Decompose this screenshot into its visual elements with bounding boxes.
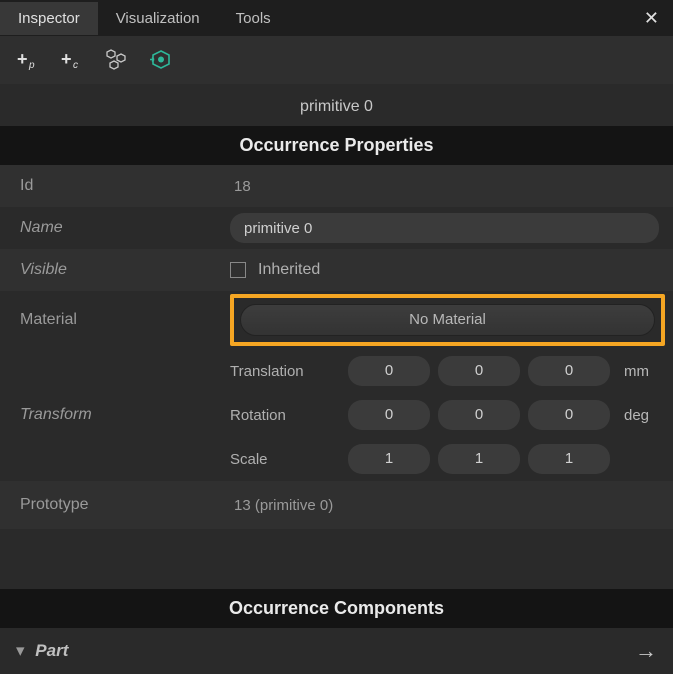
label-translation: Translation xyxy=(230,363,340,380)
label-prototype: Prototype xyxy=(0,496,230,514)
label-rotation: Rotation xyxy=(230,407,340,424)
tab-visualization[interactable]: Visualization xyxy=(98,2,218,35)
translation-x[interactable]: 0 xyxy=(348,356,430,386)
translation-y[interactable]: 0 xyxy=(438,356,520,386)
rotation-y[interactable]: 0 xyxy=(438,400,520,430)
label-name: Name xyxy=(0,219,230,237)
arrow-right-icon[interactable]: → xyxy=(635,638,657,664)
visible-checkbox[interactable] xyxy=(230,262,246,278)
transform-translation-row: Translation 0 0 0 mm xyxy=(230,349,665,393)
scale-y[interactable]: 1 xyxy=(438,444,520,474)
svg-text:p: p xyxy=(28,60,35,70)
rotation-z[interactable]: 0 xyxy=(528,400,610,430)
svg-text:+: + xyxy=(61,50,72,69)
hexagon-arrow-icon[interactable] xyxy=(148,47,174,73)
tab-tools[interactable]: Tools xyxy=(218,2,289,35)
row-prototype: Prototype 13 (primitive 0) xyxy=(0,481,673,529)
svg-text:c: c xyxy=(73,60,78,70)
label-material: Material xyxy=(0,311,230,329)
scale-x[interactable]: 1 xyxy=(348,444,430,474)
rotation-unit: deg xyxy=(618,407,664,424)
row-id: Id 18 xyxy=(0,165,673,207)
properties-table: Id 18 Name Visible Inherited Material No… xyxy=(0,165,673,529)
translation-z[interactable]: 0 xyxy=(528,356,610,386)
caret-down-icon[interactable]: ▾ xyxy=(16,641,25,661)
value-id: 18 xyxy=(230,178,251,195)
row-visible: Visible Inherited xyxy=(0,249,673,291)
transform-rotation-row: Rotation 0 0 0 deg xyxy=(230,393,665,437)
name-input[interactable] xyxy=(230,213,659,243)
material-button[interactable]: No Material xyxy=(240,304,655,336)
tab-inspector[interactable]: Inspector xyxy=(0,2,98,35)
value-prototype: 13 (primitive 0) xyxy=(230,497,333,514)
label-visible: Visible xyxy=(0,261,230,279)
translation-unit: mm xyxy=(618,363,664,380)
section-occurrence-components: Occurrence Components xyxy=(0,589,673,628)
row-transform: Transform Translation 0 0 0 mm Rotation … xyxy=(0,349,673,481)
add-child-icon[interactable]: +c xyxy=(60,47,86,73)
object-name: primitive 0 xyxy=(0,84,673,126)
tab-bar: Inspector Visualization Tools ✕ xyxy=(0,0,673,36)
toolbar: +p +c xyxy=(0,36,673,84)
hexagon-cluster-icon[interactable] xyxy=(104,47,130,73)
part-row[interactable]: ▾ Part → xyxy=(0,628,673,674)
spacer xyxy=(0,529,673,589)
row-name: Name xyxy=(0,207,673,249)
section-occurrence-properties: Occurrence Properties xyxy=(0,126,673,165)
row-material: Material No Material xyxy=(0,291,673,349)
close-icon[interactable]: ✕ xyxy=(644,8,659,29)
material-highlight: No Material xyxy=(230,294,665,346)
rotation-x[interactable]: 0 xyxy=(348,400,430,430)
svg-text:+: + xyxy=(17,50,28,69)
label-transform: Transform xyxy=(0,349,230,481)
add-parent-icon[interactable]: +p xyxy=(16,47,42,73)
label-id: Id xyxy=(0,177,230,195)
scale-z[interactable]: 1 xyxy=(528,444,610,474)
visible-value: Inherited xyxy=(258,261,320,279)
label-scale: Scale xyxy=(230,451,340,468)
transform-scale-row: Scale 1 1 1 xyxy=(230,437,665,481)
